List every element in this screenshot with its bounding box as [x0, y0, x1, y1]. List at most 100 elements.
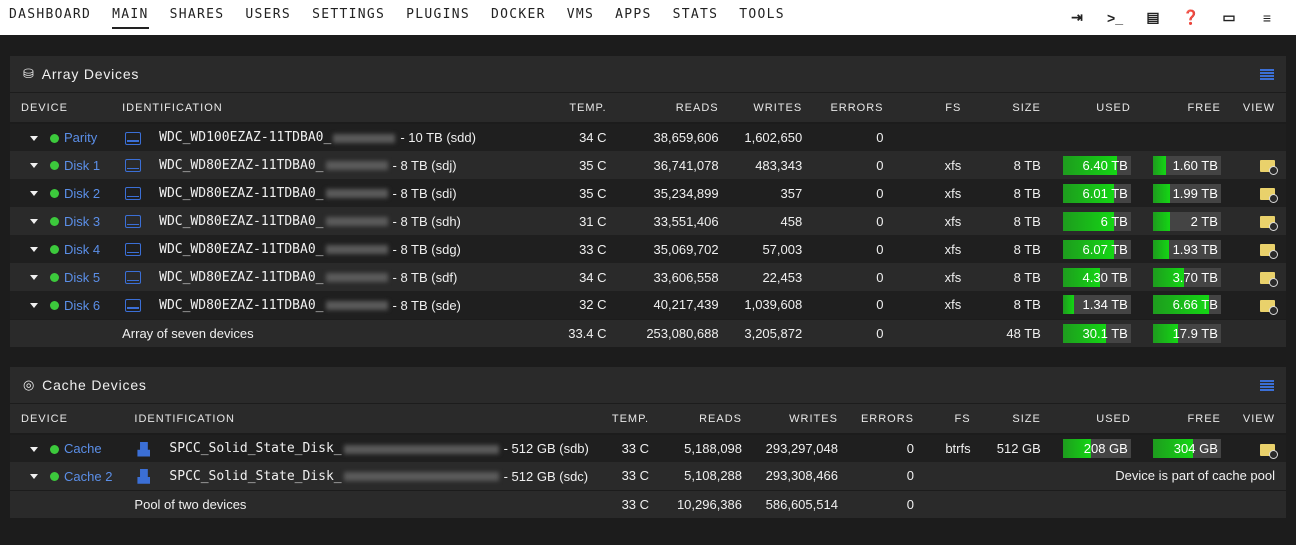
table-row: Disk 6 WDC_WD80EZAZ-11TDBA0_ - 8 TB (sde) 3… [10, 291, 1286, 319]
hdd-icon [125, 243, 142, 257]
nav-plugins[interactable]: PLUGINS [406, 0, 470, 35]
nav-main[interactable]: MAIN [112, 0, 149, 35]
col-fs: FS [894, 93, 973, 124]
device-link[interactable]: Cache [64, 442, 102, 457]
view-browse-icon[interactable] [1260, 272, 1278, 288]
expand-caret-icon[interactable] [30, 302, 38, 308]
used-bar-value: 6.40 TB [1082, 157, 1128, 173]
terminal-icon[interactable]: >_ [1096, 10, 1134, 26]
logout-icon[interactable]: ⇥ [1058, 9, 1096, 26]
reads-value: 40,217,439 [653, 297, 719, 313]
nav-shares[interactable]: SHARES [170, 0, 225, 35]
expand-caret-icon[interactable] [30, 219, 38, 225]
used-bar: 6.07 TB [1062, 239, 1131, 259]
info-icon[interactable]: ▭ [1210, 9, 1248, 26]
view-browse-icon[interactable] [1260, 299, 1278, 315]
used-bar-value: 6.01 TB [1082, 185, 1128, 201]
used-bar-value: 6 TB [1100, 213, 1128, 229]
list-view-icon[interactable] [1260, 379, 1274, 391]
summary-free-bar-value: 17.9 TB [1172, 325, 1218, 341]
view-browse-icon[interactable] [1260, 188, 1278, 204]
expand-caret-icon[interactable] [30, 163, 38, 169]
view-browse-icon[interactable] [1260, 443, 1278, 459]
size-value: 8 TB [1013, 185, 1041, 201]
summary-row: Array of seven devices 33.4 C 253,080,688 3… [10, 318, 1286, 347]
nav-tools[interactable]: TOOLS [739, 0, 785, 35]
device-link[interactable]: Disk 2 [64, 186, 100, 201]
nav-stats[interactable]: STATS [673, 0, 719, 35]
summary-reads: 10,296,386 [676, 496, 743, 512]
summary-label: Array of seven devices [122, 325, 254, 341]
nav-vms[interactable]: VMS [567, 0, 594, 35]
view-browse-icon[interactable] [1260, 216, 1278, 232]
device-size-label: - 8 TB (sdi) [392, 186, 457, 202]
device-identification: WDC_WD100EZAZ-11TDBA0_ [159, 130, 332, 146]
device-link[interactable]: Disk 4 [64, 242, 100, 257]
used-bar-value: 208 GB [1083, 441, 1128, 456]
expand-caret-icon[interactable] [30, 247, 38, 253]
device-identification: WDC_WD80EZAZ-11TDBA0_ [159, 214, 324, 230]
device-link[interactable]: Parity [64, 131, 97, 146]
device-size-label: - 512 GB (sdb) [503, 441, 589, 457]
reads-value: 38,659,606 [653, 130, 719, 145]
device-link[interactable]: Disk 3 [64, 214, 100, 229]
used-bar: 4.30 TB [1062, 267, 1131, 287]
summary-errors: 0 [906, 496, 915, 512]
table-row: Cache 2 SPCC_Solid_State_Disk_ - 512 GB (s… [10, 462, 1286, 490]
expand-caret-icon[interactable] [30, 446, 38, 452]
device-identification: WDC_WD80EZAZ-11TDBA0_ [159, 158, 324, 174]
device-identification: WDC_WD80EZAZ-11TDBA0_ [159, 270, 324, 286]
errors-value: 0 [906, 441, 915, 456]
nav-settings[interactable]: SETTINGS [312, 0, 385, 35]
table-row: Disk 3 WDC_WD80EZAZ-11TDBA0_ - 8 TB (sdh) 3… [10, 207, 1286, 235]
help-icon[interactable]: ❓ [1172, 9, 1210, 26]
status-dot-icon [50, 217, 59, 227]
expand-caret-icon[interactable] [30, 275, 38, 281]
device-link[interactable]: Cache 2 [64, 469, 112, 484]
col-errors: ERRORS [848, 404, 926, 435]
errors-value: 0 [876, 297, 884, 313]
expand-caret-icon[interactable] [30, 135, 38, 141]
device-identification: WDC_WD80EZAZ-11TDBA0_ [159, 186, 324, 202]
free-bar: 1.99 TB [1152, 183, 1221, 203]
writes-value: 458 [780, 213, 803, 229]
top-nav: DASHBOARD MAIN SHARES USERS SETTINGS PLU… [0, 0, 1296, 35]
free-bar: 1.93 TB [1152, 239, 1221, 259]
feedback-icon[interactable]: ▤ [1134, 9, 1172, 26]
free-bar: 1.60 TB [1152, 155, 1221, 175]
device-identification: WDC_WD80EZAZ-11TDBA0_ [159, 242, 324, 258]
reads-value: 35,234,899 [653, 185, 719, 201]
used-bar: 6 TB [1062, 211, 1131, 231]
nav-apps[interactable]: APPS [615, 0, 652, 35]
free-bar-value: 304 GB [1173, 441, 1218, 456]
nav-dashboard[interactable]: DASHBOARD [9, 0, 91, 35]
hdd-icon [125, 187, 142, 201]
view-browse-icon[interactable] [1260, 244, 1278, 260]
errors-value: 0 [876, 241, 884, 257]
device-link[interactable]: Disk 5 [64, 270, 100, 285]
summary-reads: 253,080,688 [646, 325, 719, 341]
used-bar-fill [1062, 295, 1075, 315]
expand-caret-icon[interactable] [30, 191, 38, 197]
device-link[interactable]: Disk 1 [64, 158, 100, 173]
expand-caret-icon[interactable] [30, 473, 38, 479]
device-link[interactable]: Disk 6 [64, 298, 100, 313]
col-size: SIZE [972, 93, 1052, 124]
free-bar-value: 6.66 TB [1172, 297, 1218, 313]
array-devices-panel: ⛁ Array Devices DEVICE IDENTIFICATION TE… [10, 56, 1286, 347]
list-view-icon[interactable] [1260, 68, 1274, 80]
view-browse-icon[interactable] [1260, 160, 1278, 176]
log-icon[interactable]: ≡ [1248, 10, 1286, 26]
used-bar: 6.40 TB [1062, 155, 1131, 175]
errors-value: 0 [876, 157, 884, 173]
temp-value: 31 C [579, 213, 607, 229]
errors-value: 0 [876, 269, 884, 285]
nav-users[interactable]: USERS [245, 0, 291, 35]
used-bar-value: 6.07 TB [1082, 241, 1128, 257]
errors-value: 0 [876, 130, 884, 145]
status-dot-icon [50, 245, 59, 255]
nav-docker[interactable]: DOCKER [491, 0, 546, 35]
col-device: DEVICE [10, 404, 124, 435]
device-size-label: - 512 GB (sdc) [503, 468, 589, 484]
col-free: FREE [1141, 404, 1232, 435]
